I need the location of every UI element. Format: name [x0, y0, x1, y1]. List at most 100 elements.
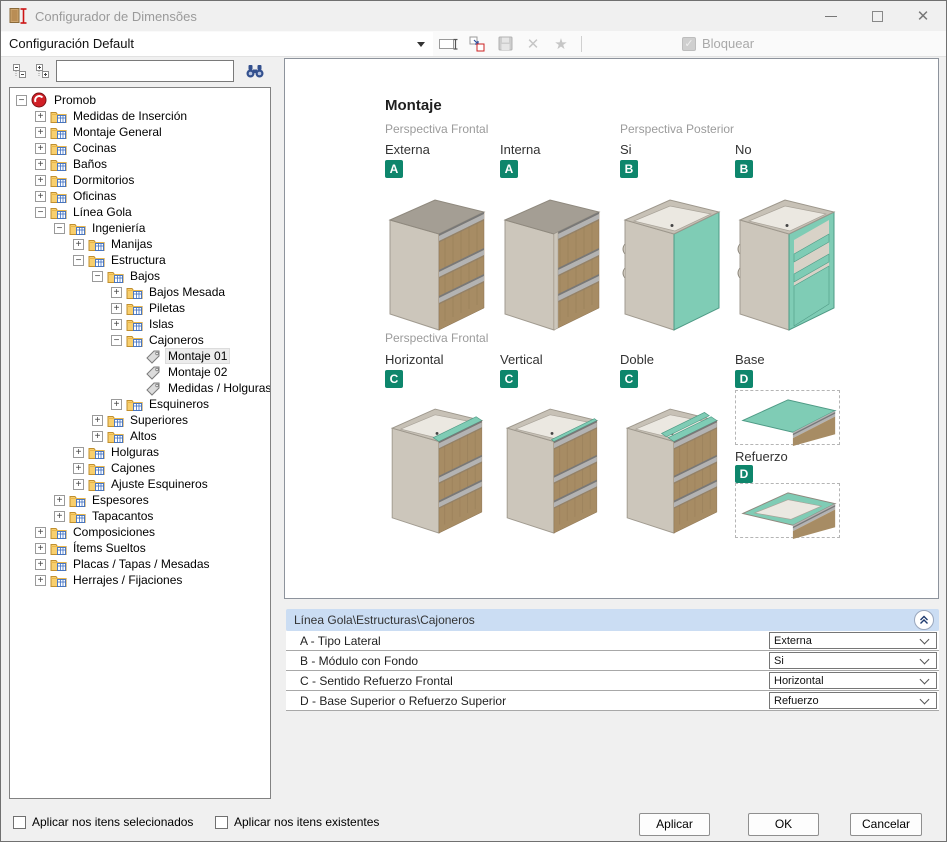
- tree-search-input[interactable]: [56, 60, 234, 82]
- option-badge-a: A: [500, 160, 518, 178]
- collapse-node-icon[interactable]: −: [111, 335, 122, 346]
- expand-node-icon[interactable]: +: [35, 527, 46, 538]
- collapse-node-icon[interactable]: −: [54, 223, 65, 234]
- bloquear-checkbox-wrap[interactable]: ✓ Bloquear: [682, 36, 754, 51]
- tree-item-holguras[interactable]: +Holguras: [10, 444, 270, 460]
- property-select-c-sentido-refuerzo-frontal[interactable]: Horizontal: [769, 672, 937, 689]
- tree-item-label: Ingeniería: [90, 221, 147, 235]
- tree-item-label: Ítems Sueltos: [71, 541, 148, 555]
- collapse-node-icon[interactable]: −: [73, 255, 84, 266]
- property-select-d-base-superior-o-refuerzo-superior[interactable]: Refuerzo: [769, 692, 937, 709]
- expand-node-icon[interactable]: +: [111, 399, 122, 410]
- promob-icon: [31, 92, 48, 108]
- cancel-button[interactable]: Cancelar: [850, 813, 922, 836]
- tree-item-promob[interactable]: −Promob: [10, 92, 270, 108]
- ok-button[interactable]: OK: [748, 813, 819, 836]
- expand-node-icon[interactable]: +: [73, 447, 84, 458]
- chevron-down-icon[interactable]: [920, 694, 930, 704]
- close-button[interactable]: ✕: [900, 1, 946, 31]
- chevron-down-icon[interactable]: [417, 42, 425, 47]
- expand-node-icon[interactable]: +: [54, 511, 65, 522]
- tree-item-medidas-holguras[interactable]: Medidas / Holguras: [10, 380, 270, 396]
- expand-node-icon[interactable]: +: [35, 159, 46, 170]
- tree-item-ingenier-a[interactable]: − Ingeniería: [10, 220, 270, 236]
- copy-configuration-button[interactable]: [465, 33, 489, 55]
- tree-item-dormitorios[interactable]: +Dormitorios: [10, 172, 270, 188]
- tree-item-cajoneros[interactable]: −Cajoneros: [10, 332, 270, 348]
- configuration-combobox[interactable]: Configuración Default: [1, 32, 433, 56]
- tree-item-herrajes-fijaciones[interactable]: + Herrajes / Fijaciones: [10, 572, 270, 588]
- expand-node-icon[interactable]: +: [54, 495, 65, 506]
- checkbox-unchecked-icon[interactable]: [13, 816, 26, 829]
- tree-item-espesores[interactable]: +Espesores: [10, 492, 270, 508]
- tree-item-ajuste-esquineros[interactable]: +Ajuste Esquineros: [10, 476, 270, 492]
- tree-item-manijas[interactable]: +Manijas: [10, 236, 270, 252]
- collapse-node-icon[interactable]: −: [16, 95, 27, 106]
- tree-item-montaje-02[interactable]: Montaje 02: [10, 364, 270, 380]
- expand-node-icon[interactable]: +: [35, 143, 46, 154]
- save-configuration-button[interactable]: [493, 33, 517, 55]
- expand-node-icon[interactable]: +: [111, 287, 122, 298]
- apply-selected-items-checkbox[interactable]: Aplicar nos itens selecionados: [13, 815, 193, 829]
- expand-node-icon[interactable]: +: [35, 175, 46, 186]
- tree-item-altos[interactable]: +Altos: [10, 428, 270, 444]
- expand-node-icon[interactable]: +: [35, 575, 46, 586]
- bloquear-checkbox-checked[interactable]: ✓: [682, 37, 696, 51]
- tree-item-placas-tapas-mesadas[interactable]: +Placas / Tapas / Mesadas: [10, 556, 270, 572]
- favorite-configuration-button[interactable]: ★: [549, 33, 573, 55]
- tree-item-oficinas[interactable]: +Oficinas: [10, 188, 270, 204]
- search-binoculars-icon[interactable]: [243, 61, 267, 81]
- rename-configuration-button[interactable]: [437, 33, 461, 55]
- tree-item-islas[interactable]: +Islas: [10, 316, 270, 332]
- expand-node-icon[interactable]: +: [92, 415, 103, 426]
- tree-item-montaje-01[interactable]: Montaje 01: [10, 348, 270, 364]
- tree-item-ba-os[interactable]: +Baños: [10, 156, 270, 172]
- expand-node-icon[interactable]: +: [92, 431, 103, 442]
- checkbox-unchecked-icon[interactable]: [215, 816, 228, 829]
- tree-item-label: Herrajes / Fijaciones: [71, 573, 184, 587]
- tree-item-tapacantos[interactable]: +Tapacantos: [10, 508, 270, 524]
- property-select-a-tipo-lateral[interactable]: Externa: [769, 632, 937, 649]
- delete-configuration-button[interactable]: ✕: [521, 33, 545, 55]
- expand-node-icon[interactable]: +: [35, 543, 46, 554]
- tree-item-montaje-general[interactable]: +Montaje General: [10, 124, 270, 140]
- collapse-node-icon[interactable]: −: [92, 271, 103, 282]
- toolbar: Configuración Default: [1, 31, 946, 57]
- expand-node-icon[interactable]: +: [35, 559, 46, 570]
- expand-node-icon[interactable]: +: [35, 111, 46, 122]
- expand-node-icon[interactable]: +: [73, 463, 84, 474]
- chevron-down-icon[interactable]: [920, 654, 930, 664]
- chevron-down-icon[interactable]: [920, 674, 930, 684]
- minimize-button[interactable]: [808, 1, 854, 31]
- tree-item-composiciones[interactable]: +Composiciones: [10, 524, 270, 540]
- property-select-b-m-dulo-con-fondo[interactable]: Si: [769, 652, 937, 669]
- property-row-d-base-superior-o-refuerzo-superior: D - Base Superior o Refuerzo SuperiorRef…: [286, 691, 939, 711]
- collapse-panel-button[interactable]: [914, 610, 934, 630]
- tree-item-cocinas[interactable]: +Cocinas: [10, 140, 270, 156]
- tree-item-estructura[interactable]: −Estructura: [10, 252, 270, 268]
- expand-node-icon[interactable]: +: [73, 239, 84, 250]
- expand-node-icon[interactable]: +: [35, 191, 46, 202]
- tree-item-medidas-de-inserci-n[interactable]: +Medidas de Inserción: [10, 108, 270, 124]
- chevron-down-icon[interactable]: [920, 634, 930, 644]
- tree-item-esquineros[interactable]: +Esquineros: [10, 396, 270, 412]
- collapse-all-button[interactable]: [11, 62, 29, 80]
- tree-item-piletas[interactable]: +Piletas: [10, 300, 270, 316]
- expand-node-icon[interactable]: +: [111, 303, 122, 314]
- expand-node-icon[interactable]: +: [111, 319, 122, 330]
- apply-existing-items-checkbox[interactable]: Aplicar nos itens existentes: [215, 815, 379, 829]
- apply-button[interactable]: Aplicar: [639, 813, 710, 836]
- perspective-caption-rear: Perspectiva Posterior: [620, 122, 734, 136]
- expand-node-icon[interactable]: +: [35, 127, 46, 138]
- bloquear-label: Bloquear: [702, 36, 754, 51]
- tree-item-bajos[interactable]: −Bajos: [10, 268, 270, 284]
- tree-item-tems-sueltos[interactable]: + Ítems Sueltos: [10, 540, 270, 556]
- tree-item-bajos-mesada[interactable]: +Bajos Mesada: [10, 284, 270, 300]
- tree-item-superiores[interactable]: +Superiores: [10, 412, 270, 428]
- expand-node-icon[interactable]: +: [73, 479, 84, 490]
- collapse-node-icon[interactable]: −: [35, 207, 46, 218]
- expand-all-button[interactable]: [34, 62, 52, 80]
- tree-item-l-nea-gola[interactable]: −Línea Gola: [10, 204, 270, 220]
- maximize-button[interactable]: [854, 1, 900, 31]
- tree-item-cajones[interactable]: +Cajones: [10, 460, 270, 476]
